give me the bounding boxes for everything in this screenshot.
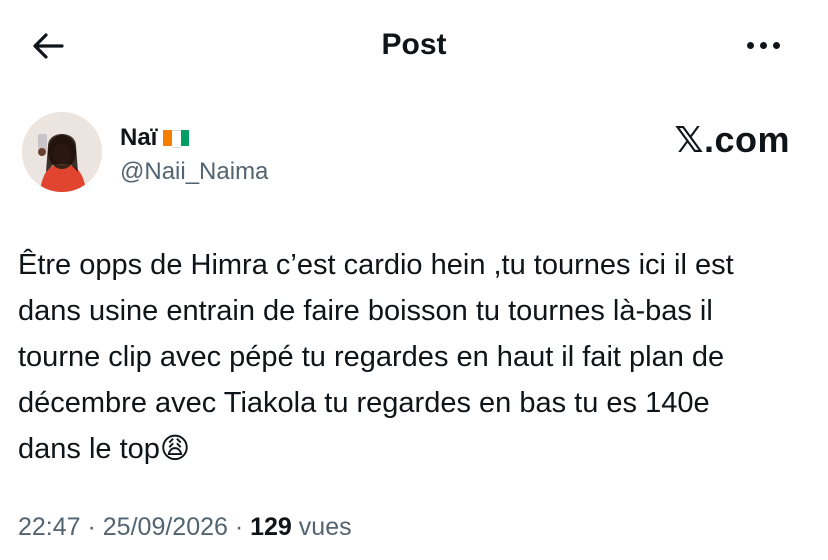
ivory-coast-flag-icon xyxy=(163,130,190,148)
x-com-watermark: 𝕏.com xyxy=(674,119,790,160)
tweet-line: tourne clip avec pépé tu regardes en hau… xyxy=(18,341,725,373)
top-bar: Post xyxy=(0,0,828,90)
author-handle[interactable]: @Naii_Naima xyxy=(120,158,268,186)
tweet-line: Être opps de Himra c’est cardio hein ,tu… xyxy=(18,249,734,281)
post-metadata: 22:47 · 25/09/2026 · 129 vues xyxy=(18,512,352,542)
avatar-photo xyxy=(22,112,102,192)
tweet-line: dans usine entrain de faire boisson tu t… xyxy=(18,295,713,327)
weary-face-emoji-icon: 😩 xyxy=(159,433,191,465)
tweet-text: Être opps de Himra c’est cardio hein ,tu… xyxy=(18,242,808,472)
more-options-button[interactable] xyxy=(738,30,788,60)
separator: · xyxy=(80,513,103,541)
post-date[interactable]: 25/09/2026 xyxy=(103,513,228,541)
views-label: vues xyxy=(291,513,352,541)
view-count[interactable]: 129 xyxy=(250,513,292,541)
author-name-row: Naï xyxy=(120,124,190,152)
author-name[interactable]: Naï xyxy=(120,124,157,152)
tweet-line: décembre avec Tiakola tu regardes en bas… xyxy=(18,387,710,419)
tweet-line: dans le top😩 xyxy=(18,426,808,472)
page-title: Post xyxy=(381,28,447,61)
avatar[interactable] xyxy=(22,112,102,192)
tweet-line-text: dans le top xyxy=(18,433,160,465)
separator: · xyxy=(227,513,251,541)
more-dots-icon xyxy=(744,41,783,49)
post-time[interactable]: 22:47 xyxy=(18,513,81,541)
